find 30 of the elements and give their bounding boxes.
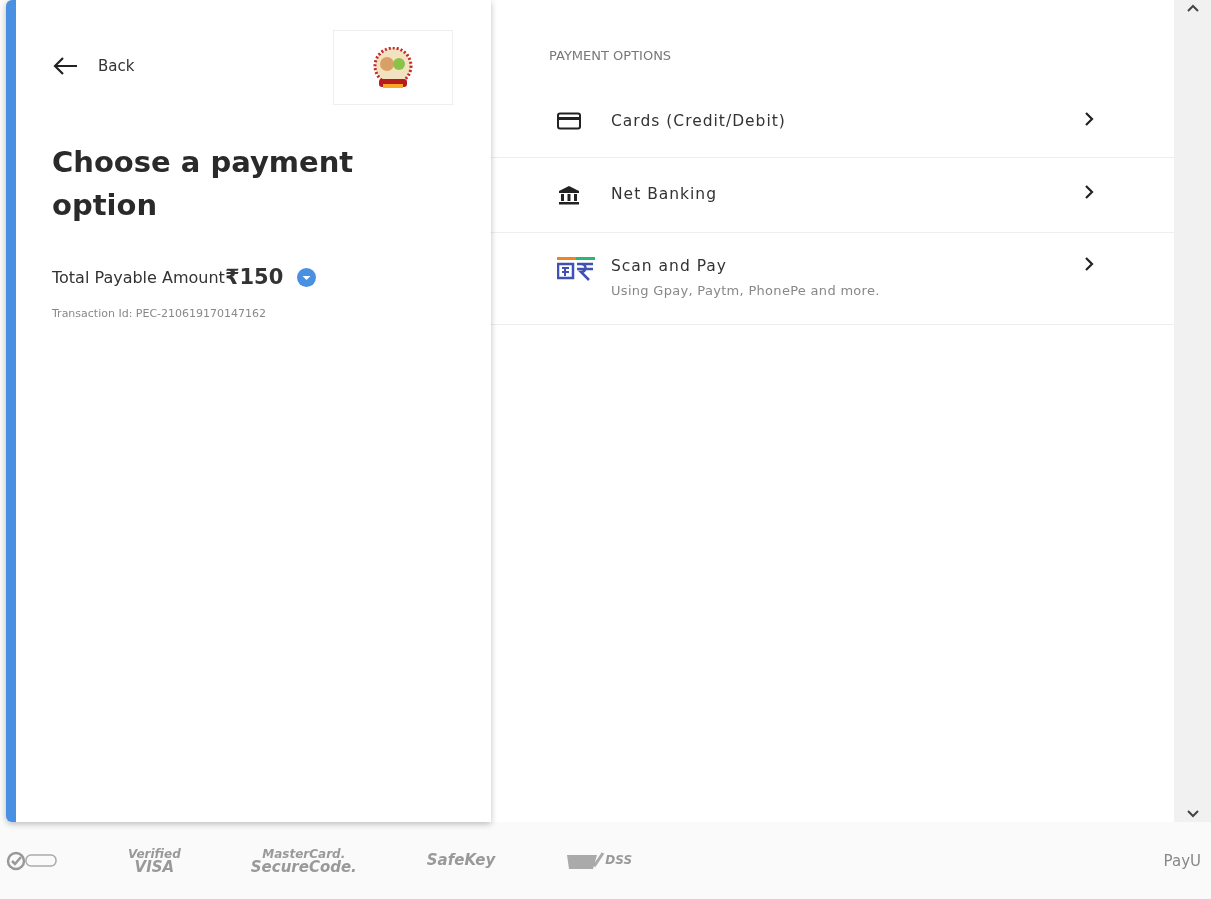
shield-check-icon bbox=[565, 850, 606, 871]
back-button[interactable]: Back bbox=[52, 56, 135, 76]
scrollbar[interactable] bbox=[1174, 0, 1211, 822]
security-badge-text: SafeKey bbox=[426, 854, 496, 867]
amount-value: ₹150 bbox=[224, 265, 284, 289]
section-title: PAYMENT OPTIONS bbox=[549, 48, 673, 63]
security-badge-text: Verified bbox=[128, 847, 181, 861]
bank-icon bbox=[557, 185, 581, 205]
option-description: Using Gpay, Paytm, PhonePe and more. bbox=[611, 282, 881, 300]
security-badge-text: VISA bbox=[134, 860, 175, 874]
dropdown-icon[interactable] bbox=[297, 267, 317, 287]
brand-logo: PayU bbox=[1163, 851, 1201, 870]
credit-card-icon bbox=[557, 112, 581, 130]
arrow-left-icon bbox=[52, 56, 78, 76]
chevron-right-icon bbox=[1084, 257, 1094, 271]
scroll-down-icon[interactable] bbox=[1186, 810, 1199, 818]
scroll-up-icon[interactable] bbox=[1186, 4, 1199, 12]
chevron-right-icon bbox=[1084, 112, 1094, 126]
qr-rupee-icon bbox=[557, 257, 595, 281]
check-seal-icon bbox=[6, 849, 58, 872]
security-badge-text: DSS bbox=[605, 854, 633, 867]
option-label: Cards (Credit/Debit) bbox=[611, 112, 787, 130]
security-badge-text: SecureCode. bbox=[250, 860, 357, 874]
page-heading: Choose a payment option bbox=[52, 144, 355, 224]
amount-label: Total Payable Amount bbox=[52, 267, 225, 287]
option-label: Scan and Pay bbox=[611, 257, 729, 275]
transaction-id: Transaction Id: PEC-210619170147162 bbox=[52, 307, 268, 320]
security-badge-text: MasterCard. bbox=[262, 847, 346, 861]
option-label: Net Banking bbox=[611, 185, 719, 203]
chevron-right-icon bbox=[1084, 185, 1094, 199]
